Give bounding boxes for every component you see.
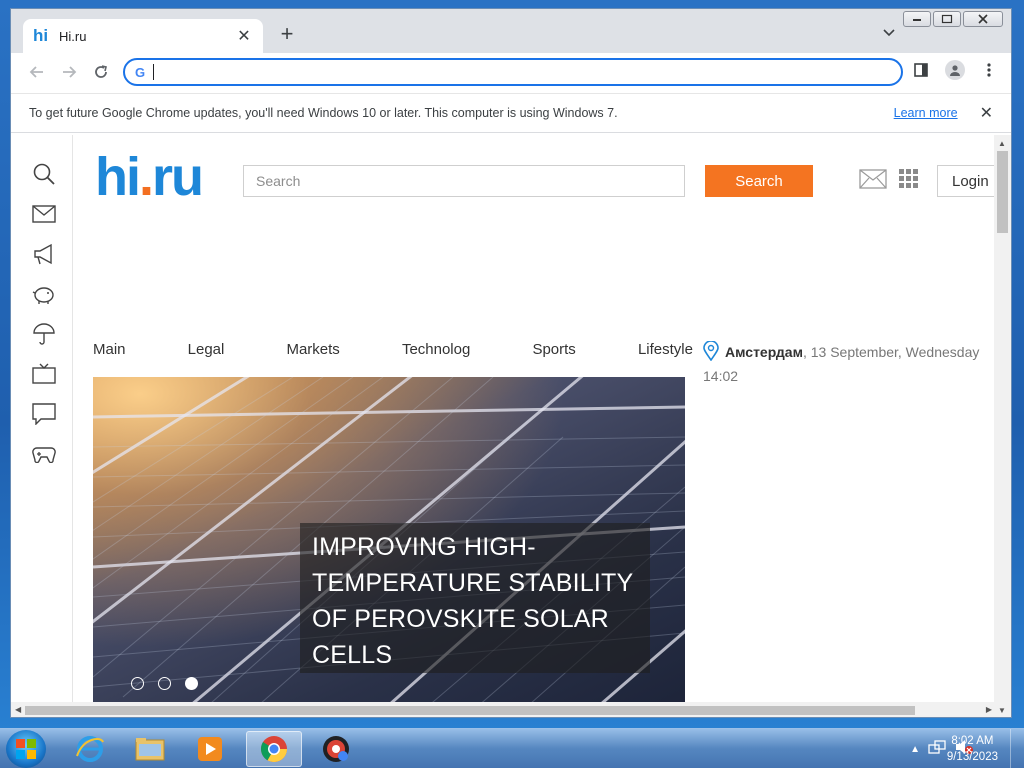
file-explorer-icon[interactable] — [122, 731, 178, 767]
location-date: , 13 September, Wednesday — [802, 344, 980, 361]
piggy-bank-icon[interactable] — [31, 281, 57, 307]
minimize-button[interactable] — [903, 11, 931, 27]
browser-window: hi Hi.ru ✕ + G To get future Google Chro… — [10, 8, 1012, 718]
learn-more-link[interactable]: Learn more — [894, 106, 958, 120]
logo-main: hi — [95, 147, 141, 207]
apps-grid-icon[interactable] — [899, 169, 919, 194]
site-search-button[interactable]: Search — [705, 165, 813, 197]
address-input[interactable] — [154, 64, 901, 80]
internet-explorer-icon[interactable] — [62, 731, 118, 767]
address-bar[interactable]: G — [123, 58, 903, 86]
tab-strip: hi Hi.ru ✕ + — [11, 9, 1011, 53]
tv-icon[interactable] — [31, 361, 57, 387]
avatar-icon — [945, 60, 965, 80]
hero-caption[interactable]: IMPROVING HIGH-TEMPERATURE STABILITY OF … — [300, 523, 650, 673]
side-panel-icon[interactable] — [909, 58, 933, 82]
chrome-update-icon[interactable] — [308, 731, 364, 767]
tab-search-chevron-icon[interactable] — [883, 25, 895, 40]
show-hidden-icons-icon[interactable]: ▲ — [910, 744, 920, 755]
close-tab-icon[interactable]: ✕ — [235, 26, 253, 46]
hero-carousel[interactable]: IMPROVING HIGH-TEMPERATURE STABILITY OF … — [93, 377, 685, 717]
close-infobar-icon[interactable]: ✕ — [980, 103, 993, 123]
megaphone-icon[interactable] — [31, 241, 57, 267]
scroll-down-arrow-icon[interactable]: ▼ — [998, 706, 1006, 715]
clock-time: 8:02 AM — [951, 735, 994, 747]
site-search-input[interactable] — [243, 165, 685, 197]
main-nav: Main Legal Markets Technolog Sports Life… — [93, 341, 693, 358]
vertical-scroll-thumb[interactable] — [997, 151, 1008, 233]
nav-item-legal[interactable]: Legal — [188, 341, 225, 358]
umbrella-icon[interactable] — [31, 321, 57, 347]
carousel-dot-3[interactable] — [185, 677, 198, 690]
nav-item-sports[interactable]: Sports — [532, 341, 575, 358]
toolbar-actions — [909, 58, 1001, 82]
hi-ru-favicon-icon: hi — [33, 26, 49, 45]
tab-title: Hi.ru — [59, 28, 87, 44]
gamepad-icon[interactable] — [31, 441, 57, 467]
horizontal-scrollbar[interactable]: ◀ ▶ — [11, 702, 996, 717]
vertical-scrollbar[interactable]: ▲ ▼ — [994, 135, 1011, 717]
mail-icon[interactable] — [859, 169, 887, 194]
location-pin-icon — [703, 340, 719, 366]
carousel-dot-2[interactable] — [158, 677, 171, 690]
chrome-icon[interactable] — [246, 731, 302, 767]
windows-logo-icon — [16, 739, 36, 759]
clock-date: 9/13/2023 — [946, 751, 998, 763]
google-g-icon: G — [135, 64, 146, 80]
show-desktop-button[interactable] — [1010, 729, 1024, 768]
windows-taskbar: ▲ 8:02 AM 9/13/2023 — [0, 728, 1024, 768]
chat-icon[interactable] — [31, 401, 57, 427]
nav-item-main[interactable]: Main — [93, 341, 126, 358]
nav-item-technolog[interactable]: Technolog — [402, 341, 470, 358]
media-player-icon[interactable] — [182, 731, 238, 767]
forward-button[interactable] — [53, 56, 85, 88]
location-widget: Амстердам, 13 September, Wednesday 14:02 — [703, 340, 1003, 386]
nav-item-lifestyle[interactable]: Lifestyle — [638, 341, 693, 358]
close-window-button[interactable] — [963, 11, 1003, 27]
logo-dot: . — [139, 147, 154, 207]
scroll-right-arrow-icon[interactable]: ▶ — [986, 705, 992, 714]
infobar-message: To get future Google Chrome updates, you… — [29, 106, 618, 120]
browser-toolbar: G — [11, 53, 1011, 91]
profile-button[interactable] — [943, 58, 967, 82]
start-button[interactable] — [6, 730, 46, 768]
header-icons — [859, 169, 919, 194]
search-icon[interactable] — [31, 161, 57, 187]
logo-tld: ru — [152, 147, 204, 207]
back-button[interactable] — [21, 56, 53, 88]
hi-ru-logo[interactable]: hi.ru — [95, 147, 204, 207]
new-tab-button[interactable]: + — [275, 23, 299, 47]
carousel-dot-1[interactable] — [131, 677, 144, 690]
tab-hi-ru[interactable]: hi Hi.ru ✕ — [23, 19, 263, 53]
carousel-dots — [131, 677, 198, 690]
reload-button[interactable] — [85, 56, 117, 88]
location-city[interactable]: Амстердам — [725, 344, 803, 360]
update-infobar: To get future Google Chrome updates, you… — [11, 93, 1011, 133]
location-time: 14:02 — [703, 368, 739, 384]
system-clock[interactable]: 8:02 AM 9/13/2023 — [947, 733, 998, 765]
nav-item-markets[interactable]: Markets — [286, 341, 339, 358]
menu-kebab-icon[interactable] — [977, 58, 1001, 82]
window-controls — [903, 11, 1003, 27]
maximize-button[interactable] — [933, 11, 961, 27]
network-icon[interactable] — [928, 739, 946, 760]
mail-icon[interactable] — [31, 201, 57, 227]
scroll-up-arrow-icon[interactable]: ▲ — [998, 139, 1006, 148]
web-page: hi.ru Search Login Main Legal Markets Te… — [11, 135, 1011, 717]
scroll-left-arrow-icon[interactable]: ◀ — [15, 705, 21, 714]
left-rail — [13, 135, 73, 717]
horizontal-scroll-thumb[interactable] — [25, 706, 915, 715]
